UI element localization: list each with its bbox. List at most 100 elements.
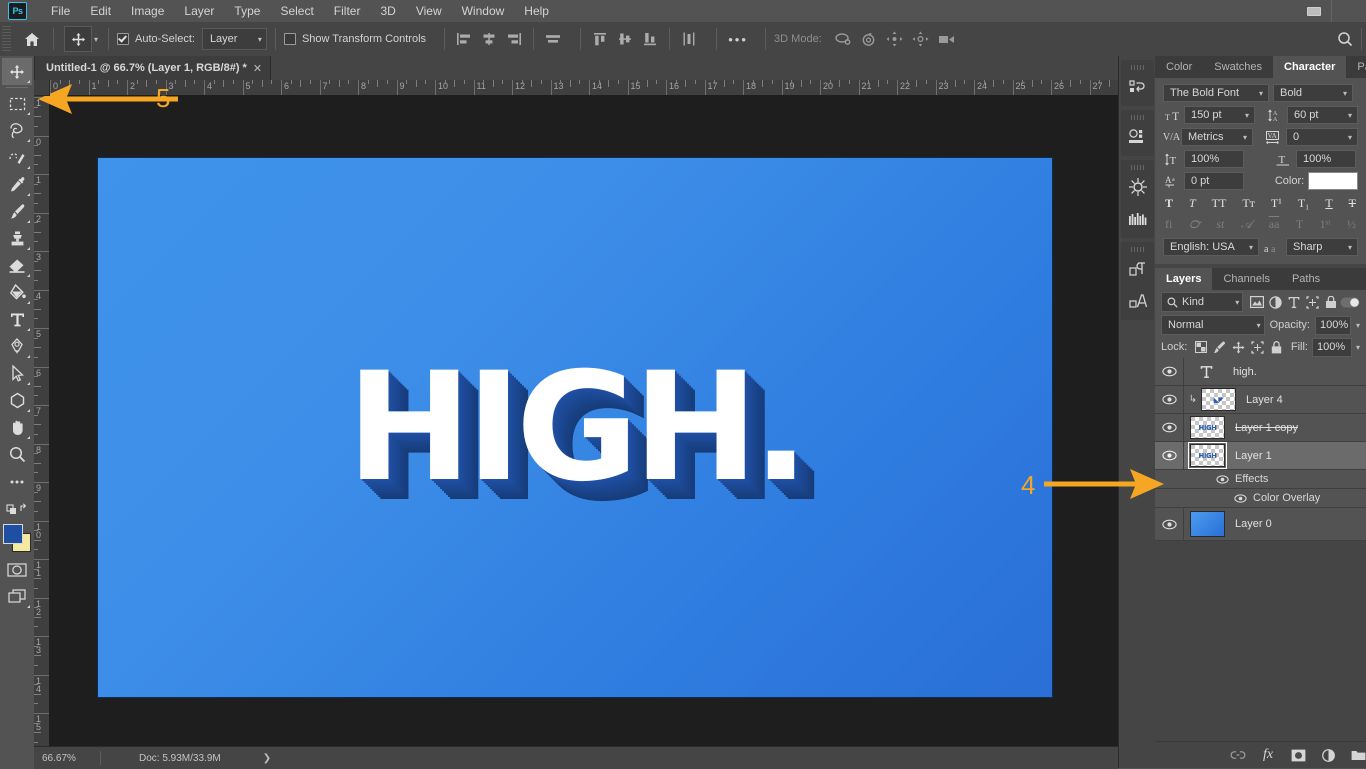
- libraries-icon[interactable]: [1123, 204, 1153, 234]
- text-color-swatch[interactable]: [1308, 172, 1358, 190]
- adjustments-icon[interactable]: [1123, 172, 1153, 202]
- ordinals-icon[interactable]: 1ˢᵗ: [1320, 217, 1331, 232]
- new-group-icon[interactable]: [1350, 747, 1366, 763]
- tool-eyedropper[interactable]: [2, 171, 32, 198]
- layer-row-layer-1[interactable]: HIGH Layer 1: [1155, 442, 1366, 470]
- more-options-button[interactable]: •••: [725, 26, 751, 52]
- oldstyle-icon[interactable]: aa: [1269, 217, 1280, 232]
- strikethrough-icon[interactable]: T: [1349, 196, 1356, 211]
- document-tab[interactable]: Untitled-1 @ 66.7% (Layer 1, RGB/8#) * ✕: [34, 56, 272, 80]
- horizontal-scale-field[interactable]: 100%: [1296, 150, 1356, 168]
- kerning-field[interactable]: Metrics ▾: [1181, 128, 1253, 146]
- restore-button[interactable]: [1332, 0, 1366, 22]
- pan-3d-icon[interactable]: [882, 26, 908, 52]
- standard-ligatures-icon[interactable]: fi: [1165, 217, 1172, 232]
- fractions-icon[interactable]: ½: [1347, 217, 1356, 232]
- menu-select[interactable]: Select: [270, 1, 323, 21]
- character-styles-icon[interactable]: [1123, 286, 1153, 316]
- layer-name[interactable]: Layer 0: [1235, 518, 1272, 530]
- distribute-horizontal-icon[interactable]: [542, 28, 564, 50]
- dock-grip[interactable]: [1130, 115, 1145, 120]
- filter-smart-object-icon[interactable]: [1321, 292, 1340, 312]
- layer-thumbnail[interactable]: ◣◤: [1201, 388, 1236, 411]
- type-layer-thumbnail[interactable]: [1190, 365, 1223, 379]
- status-expand-arrow-icon[interactable]: ❯: [263, 753, 271, 764]
- dock-grip[interactable]: [1130, 165, 1145, 170]
- layer-name[interactable]: Layer 4: [1246, 394, 1283, 406]
- align-horizontal-centers-icon[interactable]: [478, 28, 500, 50]
- all-caps-icon[interactable]: TT: [1212, 196, 1227, 211]
- opacity-chevron-icon[interactable]: ▾: [1356, 321, 1360, 330]
- align-right-edges-icon[interactable]: [503, 28, 525, 50]
- paragraph-styles-icon[interactable]: [1123, 254, 1153, 284]
- dock-grip[interactable]: [1130, 65, 1145, 70]
- menu-help[interactable]: Help: [514, 1, 559, 21]
- layer-name[interactable]: Layer 1 copy: [1235, 422, 1298, 434]
- lock-image-pixels-icon[interactable]: [1212, 339, 1227, 355]
- opacity-field[interactable]: 100%: [1314, 315, 1351, 335]
- tab-layers[interactable]: Layers: [1155, 268, 1213, 290]
- tab-swatches[interactable]: Swatches: [1203, 56, 1273, 78]
- tool-shape[interactable]: [2, 387, 32, 414]
- filter-pixel-icon[interactable]: [1247, 292, 1266, 312]
- layer-row-layer-4[interactable]: ↳ ◣◤ Layer 4: [1155, 386, 1366, 414]
- align-vertical-centers-icon[interactable]: [614, 28, 636, 50]
- align-top-edges-icon[interactable]: [589, 28, 611, 50]
- new-adjustment-layer-icon[interactable]: [1320, 747, 1336, 763]
- default-colors-and-swap[interactable]: [2, 495, 32, 522]
- filter-shape-icon[interactable]: [1303, 292, 1322, 312]
- screen-mode-icon[interactable]: [2, 583, 32, 610]
- options-bar-grip[interactable]: [2, 26, 11, 52]
- layer-row-layer-0[interactable]: Layer 0: [1155, 508, 1366, 541]
- foreground-color-swatch[interactable]: [3, 524, 23, 544]
- layer-1-visibility-eye[interactable]: [1155, 442, 1183, 469]
- layer-visibility-toggle[interactable]: [1155, 414, 1183, 441]
- tool-hand[interactable]: [2, 414, 32, 441]
- tab-paragraph[interactable]: Paragraph: [1346, 56, 1366, 78]
- menu-filter[interactable]: Filter: [324, 1, 371, 21]
- tool-pen[interactable]: [2, 333, 32, 360]
- home-icon[interactable]: [19, 26, 45, 52]
- filter-type-icon[interactable]: [1284, 292, 1303, 312]
- lock-transparent-pixels-icon[interactable]: [1193, 339, 1208, 355]
- tool-brush[interactable]: [2, 198, 32, 225]
- menu-file[interactable]: File: [41, 1, 80, 21]
- add-layer-style-icon[interactable]: fx: [1260, 747, 1276, 763]
- font-size-field[interactable]: 150 pt ▾: [1184, 106, 1255, 124]
- add-layer-mask-icon[interactable]: [1290, 747, 1306, 763]
- history-icon[interactable]: [1123, 72, 1153, 102]
- menu-3d[interactable]: 3D: [370, 1, 405, 21]
- underline-icon[interactable]: T: [1325, 196, 1332, 211]
- document-stage[interactable]: HIGH.: [49, 95, 1118, 746]
- lock-position-icon[interactable]: [1231, 339, 1246, 355]
- menu-edit[interactable]: Edit: [80, 1, 121, 21]
- blend-mode-select[interactable]: Normal ▾: [1161, 315, 1265, 335]
- ruler-origin-corner[interactable]: [34, 80, 50, 96]
- baseline-shift-field[interactable]: 0 pt: [1184, 172, 1244, 190]
- layer-row-layer-1-copy[interactable]: HIGH Layer 1 copy: [1155, 414, 1366, 442]
- tool-path-selection[interactable]: [2, 360, 32, 387]
- tool-rectangular-marquee[interactable]: [2, 90, 32, 117]
- artboard[interactable]: HIGH.: [98, 158, 1052, 697]
- filter-adjustment-icon[interactable]: [1266, 292, 1285, 312]
- lock-artboard-nesting-icon[interactable]: [1250, 339, 1265, 355]
- tool-gradient[interactable]: [2, 279, 32, 306]
- subscript-icon[interactable]: T₁: [1298, 196, 1310, 211]
- minimize-button[interactable]: [1297, 0, 1331, 22]
- tool-lasso[interactable]: [2, 117, 32, 144]
- superscript-icon[interactable]: T¹: [1271, 196, 1282, 211]
- layer-name[interactable]: high.: [1233, 366, 1257, 378]
- roll-3d-icon[interactable]: [856, 26, 882, 52]
- align-left-edges-icon[interactable]: [453, 28, 475, 50]
- effects-visibility-toggle[interactable]: [1215, 472, 1229, 486]
- show-transform-controls-checkbox[interactable]: [283, 33, 296, 45]
- tab-paths[interactable]: Paths: [1280, 268, 1332, 290]
- color-swatches[interactable]: [3, 524, 31, 552]
- layer-effects-group[interactable]: Effects: [1155, 470, 1366, 489]
- language-select[interactable]: English: USA ▾: [1163, 238, 1259, 256]
- font-style-select[interactable]: Bold ▾: [1273, 84, 1353, 102]
- layer-effect-color-overlay[interactable]: Color Overlay: [1155, 489, 1366, 508]
- anti-alias-select[interactable]: Sharp ▾: [1286, 238, 1358, 256]
- tool-zoom[interactable]: [2, 441, 32, 468]
- orbit-3d-icon[interactable]: [830, 26, 856, 52]
